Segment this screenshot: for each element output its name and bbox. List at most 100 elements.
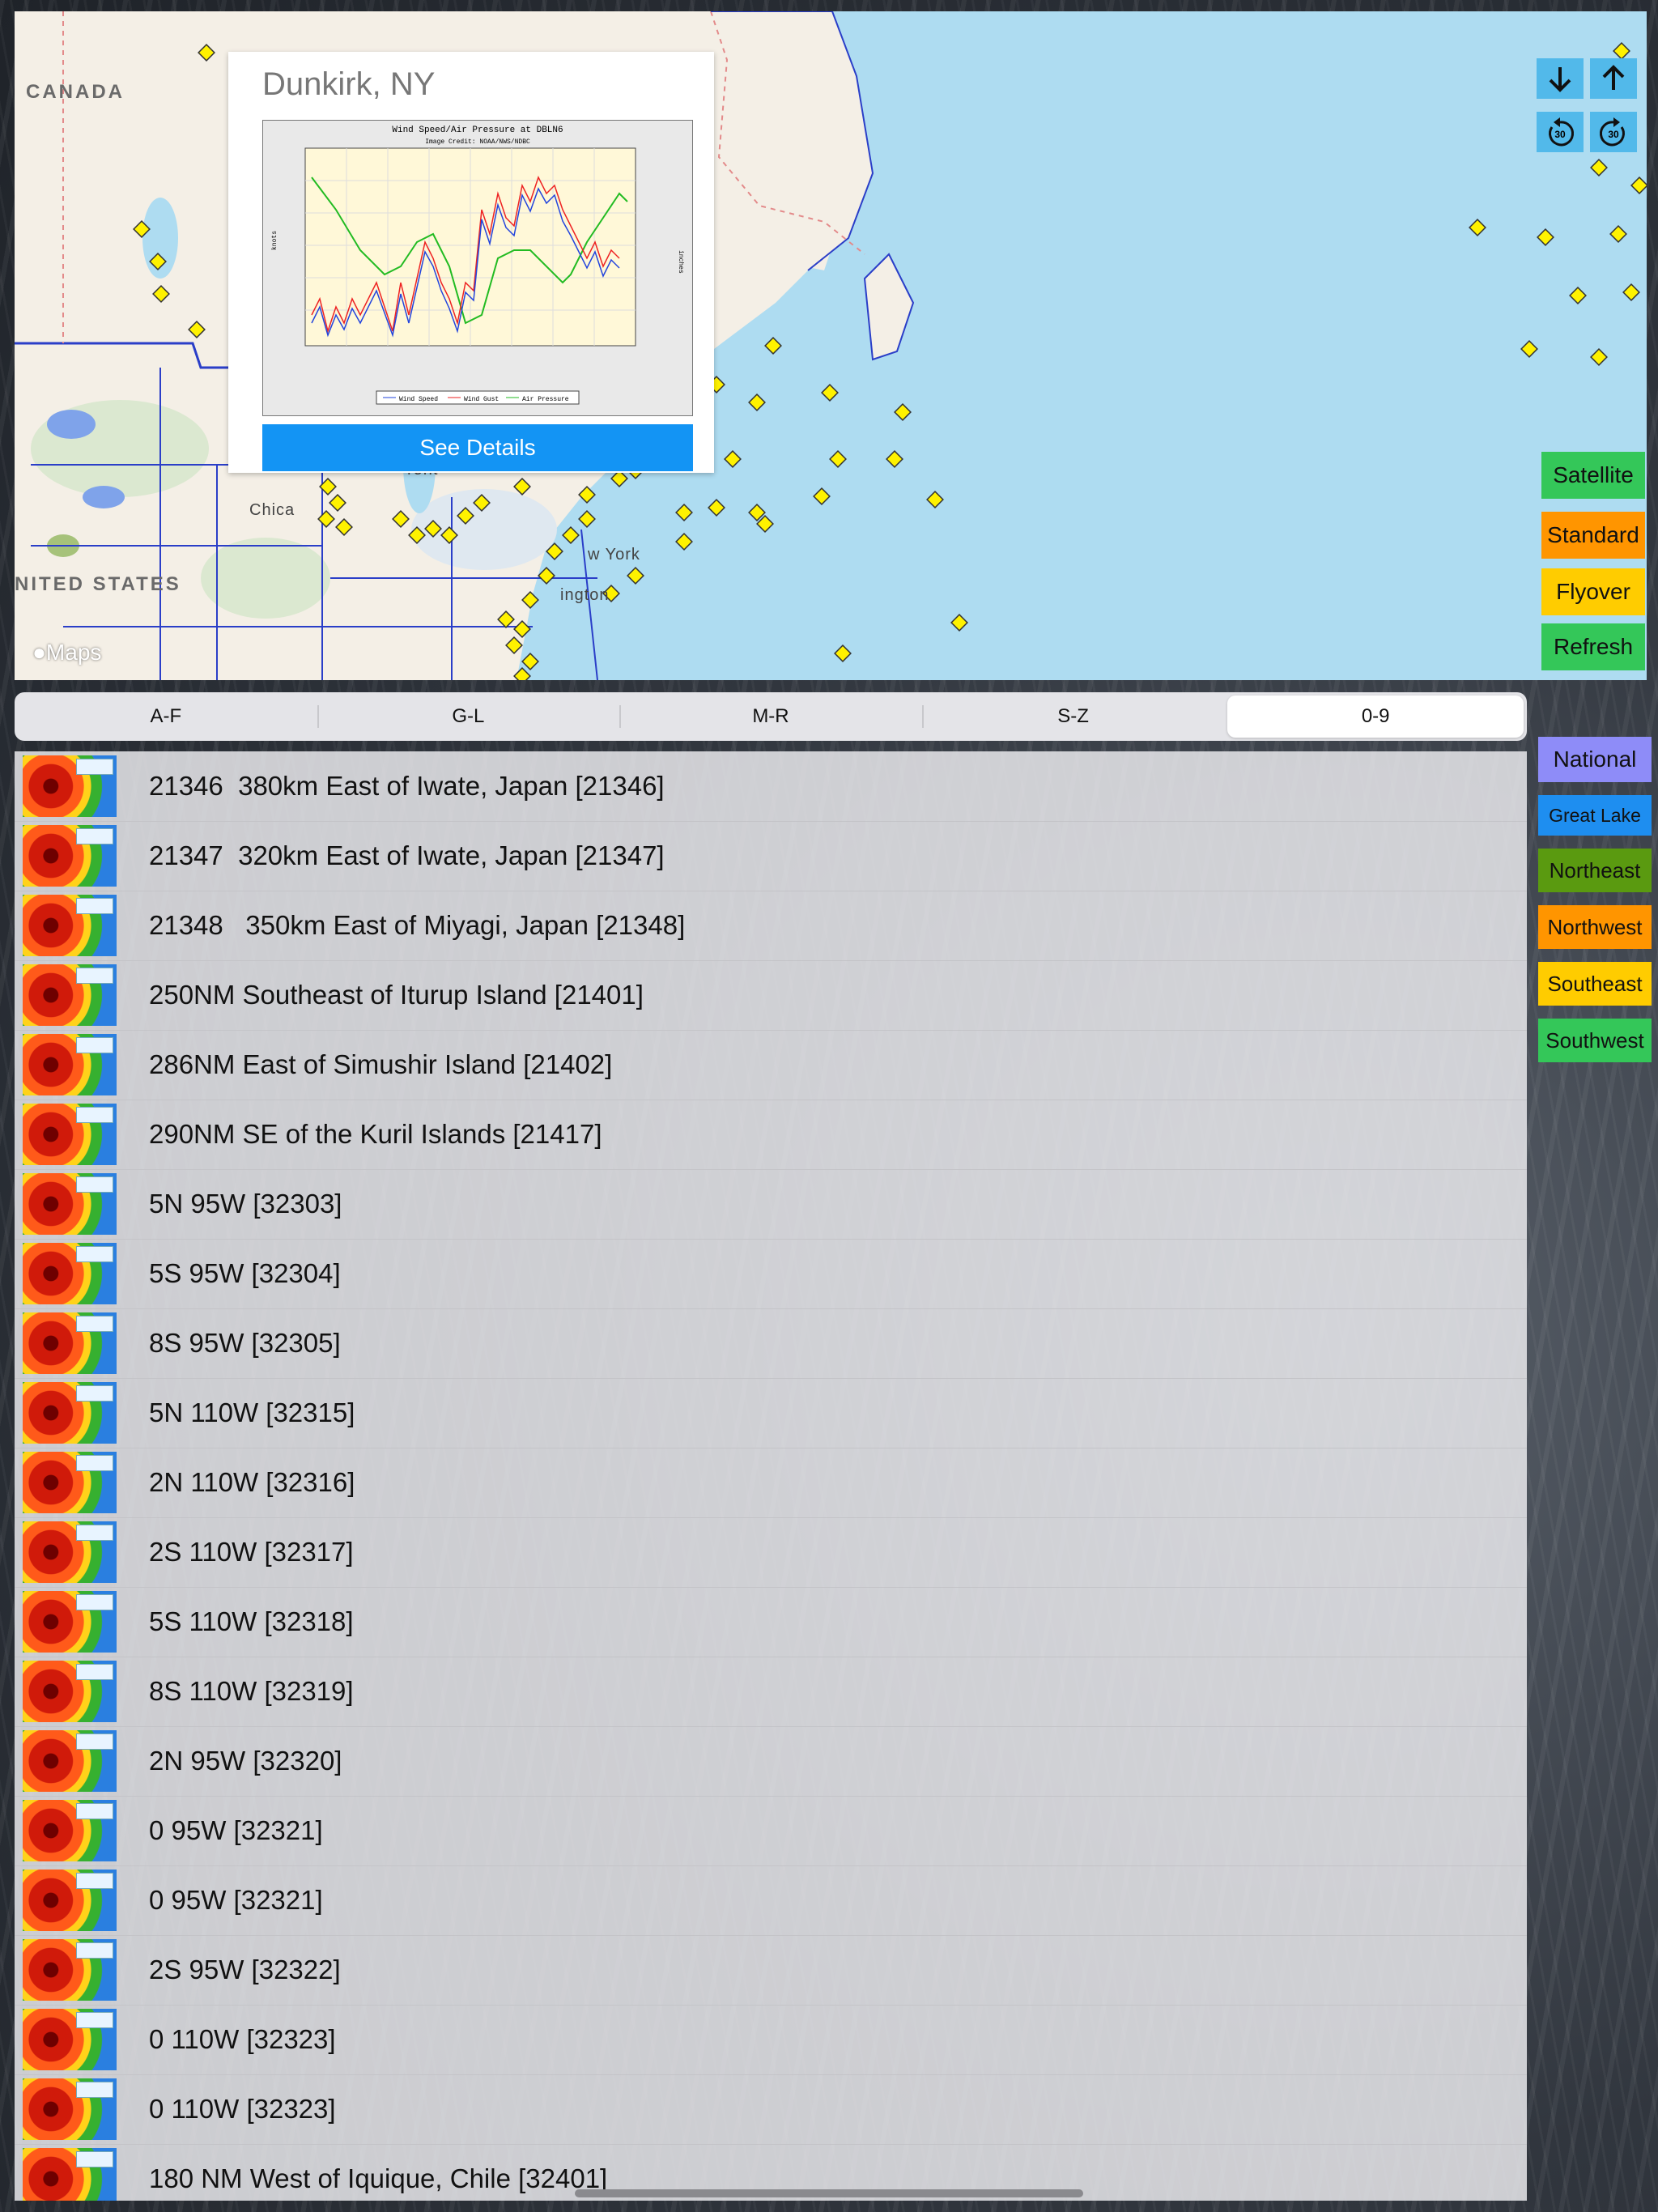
map-view[interactable]: CANADA NITED STATES Chica ront w York in… (15, 11, 1647, 680)
hurricane-thumbnail (23, 1591, 117, 1653)
satellite-button[interactable]: Satellite (1541, 452, 1645, 499)
station-label: 0 110W [32323] (149, 2094, 336, 2124)
hurricane-thumbnail (23, 895, 117, 956)
rewind-30-button[interactable]: 30 (1537, 112, 1584, 152)
up-arrow-icon (1602, 65, 1625, 90)
station-label: 2S 110W [32317] (149, 1537, 354, 1567)
chart-y-label-right: inches (677, 250, 684, 274)
station-label: 2N 110W [32316] (149, 1467, 355, 1497)
tab-m-r[interactable]: M-R (619, 696, 919, 738)
hurricane-thumbnail (23, 825, 117, 887)
hurricane-thumbnail (23, 1173, 117, 1235)
forward-30-button[interactable]: 30 (1590, 112, 1637, 152)
station-label: 21348 350km East of Miyagi, Japan [21348… (149, 910, 686, 940)
list-item[interactable]: 0 110W [32323] (15, 2005, 1527, 2075)
station-popup: Dunkirk, NY Wind Speed/Air Pressure at D… (228, 52, 714, 473)
popup-title: Dunkirk, NY (262, 66, 436, 102)
list-item[interactable]: 0 110W [32323] (15, 2074, 1527, 2145)
station-label: 5N 110W [32315] (149, 1397, 355, 1427)
rewind-30-icon: 30 (1549, 117, 1575, 147)
list-item[interactable]: 5S 95W [32304] (15, 1239, 1527, 1309)
station-label: 21347 320km East of Iwate, Japan [21347] (149, 840, 665, 870)
hurricane-thumbnail (23, 2078, 117, 2140)
standard-button[interactable]: Standard (1541, 512, 1645, 559)
hurricane-thumbnail (23, 1452, 117, 1513)
list-item[interactable]: 8S 95W [32305] (15, 1308, 1527, 1379)
list-item[interactable]: 250NM Southeast of Iturup Island [21401] (15, 960, 1527, 1031)
hurricane-thumbnail (23, 964, 117, 1026)
hurricane-thumbnail (23, 1800, 117, 1861)
station-label: 0 95W [32321] (149, 1885, 323, 1915)
hurricane-thumbnail (23, 2148, 117, 2201)
list-item[interactable]: 0 95W [32321] (15, 1796, 1527, 1866)
list-item[interactable]: 5N 95W [32303] (15, 1169, 1527, 1240)
station-label: 0 110W [32323] (149, 2024, 336, 2054)
list-item[interactable]: 0 95W [32321] (15, 1865, 1527, 1936)
alpha-segmented-control: A-F G-L M-R S-Z 0-9 (15, 692, 1527, 741)
station-label: 5N 95W [32303] (149, 1189, 342, 1219)
chart-y-label-left: knots (271, 231, 278, 250)
region-northwest-button[interactable]: Northwest (1538, 905, 1652, 949)
station-label: 5S 95W [32304] (149, 1258, 341, 1288)
region-northeast-button[interactable]: Northeast (1538, 849, 1652, 892)
list-item[interactable]: 21346 380km East of Iwate, Japan [21346] (15, 751, 1527, 822)
hurricane-thumbnail (23, 1661, 117, 1722)
station-label: 286NM East of Simushir Island [21402] (149, 1049, 613, 1079)
hurricane-thumbnail (23, 1034, 117, 1095)
chart-legend-wind-gust: Wind Gust (464, 396, 499, 403)
hurricane-thumbnail (23, 1312, 117, 1374)
list-item[interactable]: 8S 110W [32319] (15, 1657, 1527, 1727)
list-item[interactable]: 5N 110W [32315] (15, 1378, 1527, 1448)
hurricane-thumbnail (23, 1382, 117, 1444)
tab-a-f[interactable]: A-F (18, 696, 314, 738)
hurricane-thumbnail (23, 1243, 117, 1304)
wind-pressure-chart-graphic: Wind Speed/Air Pressure at DBLN6 Image C… (271, 125, 684, 405)
down-arrow-button[interactable] (1537, 58, 1584, 99)
tab-s-z[interactable]: S-Z (921, 696, 1222, 738)
station-label: 8S 110W [32319] (149, 1676, 354, 1706)
station-label: 21346 380km East of Iwate, Japan [21346] (149, 771, 665, 801)
list-item[interactable]: 2N 95W [32320] (15, 1726, 1527, 1797)
station-label: 0 95W [32321] (149, 1815, 323, 1845)
station-label: 250NM Southeast of Iturup Island [21401] (149, 980, 644, 1010)
list-item[interactable]: 2N 110W [32316] (15, 1448, 1527, 1518)
tab-g-l[interactable]: G-L (317, 696, 617, 738)
refresh-button[interactable]: Refresh (1541, 623, 1645, 670)
map-label-canada: CANADA (26, 81, 125, 103)
list-item[interactable]: 21348 350km East of Miyagi, Japan [21348… (15, 891, 1527, 961)
list-item[interactable]: 286NM East of Simushir Island [21402] (15, 1030, 1527, 1100)
list-item[interactable]: 5S 110W [32318] (15, 1587, 1527, 1657)
wind-pressure-chart-image: Wind Speed/Air Pressure at DBLN6 Image C… (262, 120, 693, 416)
maps-attribution: ●Maps (32, 640, 102, 665)
chart-credit-text: Image Credit: NOAA/NWS/NDBC (425, 138, 530, 146)
chart-legend-air-pressure: Air Pressure (522, 396, 569, 403)
region-southeast-button[interactable]: Southeast (1538, 962, 1652, 1006)
hurricane-thumbnail (23, 2009, 117, 2070)
region-great-lake-button[interactable]: Great Lake (1538, 795, 1652, 836)
see-details-button[interactable]: See Details (262, 424, 693, 471)
station-label: 5S 110W [32318] (149, 1606, 354, 1636)
list-item[interactable]: 2S 95W [32322] (15, 1935, 1527, 2006)
list-item[interactable]: 290NM SE of the Kuril Islands [21417] (15, 1100, 1527, 1170)
down-arrow-icon (1549, 67, 1571, 92)
scroll-indicator[interactable] (575, 2189, 1083, 2197)
flyover-button[interactable]: Flyover (1541, 568, 1645, 615)
map-label-united-states: NITED STATES (15, 573, 181, 595)
list-item[interactable]: 2S 110W [32317] (15, 1517, 1527, 1588)
tab-0-9[interactable]: 0-9 (1227, 696, 1524, 738)
apple-logo-icon: ● (32, 640, 46, 665)
hurricane-thumbnail (23, 1521, 117, 1583)
station-label: 2N 95W [32320] (149, 1746, 342, 1776)
station-label: 2S 95W [32322] (149, 1955, 341, 1984)
hurricane-thumbnail (23, 1870, 117, 1931)
svg-text:30: 30 (1608, 129, 1619, 140)
station-list[interactable]: 21346 380km East of Iwate, Japan [21346]… (15, 751, 1527, 2201)
chart-title-text: Wind Speed/Air Pressure at DBLN6 (392, 125, 563, 135)
chart-legend-wind-speed: Wind Speed (399, 396, 438, 403)
up-arrow-button[interactable] (1590, 58, 1637, 99)
region-southwest-button[interactable]: Southwest (1538, 1019, 1652, 1062)
region-national-button[interactable]: National (1538, 737, 1652, 782)
station-label: 290NM SE of the Kuril Islands [21417] (149, 1119, 602, 1149)
map-label-chicago: Chica (249, 501, 295, 519)
list-item[interactable]: 21347 320km East of Iwate, Japan [21347] (15, 821, 1527, 891)
